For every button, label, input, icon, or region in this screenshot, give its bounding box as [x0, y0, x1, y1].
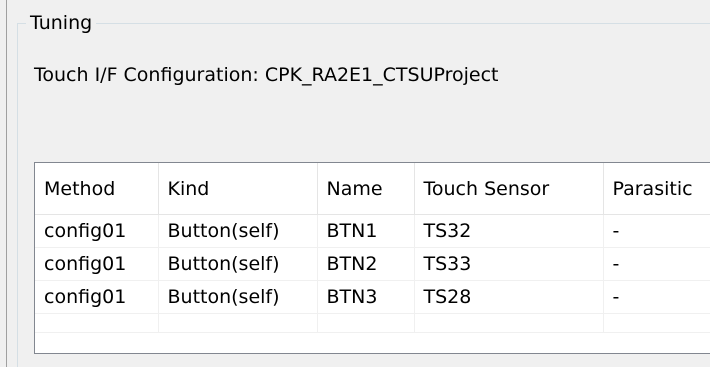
cell-name: BTN1	[317, 214, 415, 248]
cell-kind: Button(self)	[158, 247, 318, 281]
column-header-parasitic[interactable]: Parasitic	[603, 163, 710, 215]
column-header-name[interactable]: Name	[317, 163, 415, 215]
cell-kind: Button(self)	[158, 280, 318, 314]
cell-method: config01	[35, 280, 159, 314]
table-row[interactable]: config01 Button(self) BTN2 TS33 -	[35, 247, 710, 281]
table-row[interactable]: config01 Button(self) BTN3 TS28 -	[35, 280, 710, 314]
window-left-edge	[6, 0, 7, 367]
cell-parasitic: -	[603, 280, 710, 314]
table-header-row: Method Kind Name Touch Sensor Parasitic	[35, 163, 710, 215]
cell-touch-sensor: TS28	[414, 280, 604, 314]
column-header-method[interactable]: Method	[35, 163, 159, 215]
sensor-table: Method Kind Name Touch Sensor Parasitic …	[34, 162, 710, 354]
cell-touch-sensor: TS33	[414, 247, 604, 281]
cell-kind: Button(self)	[158, 214, 318, 248]
column-header-kind[interactable]: Kind	[158, 163, 318, 215]
cell-name: BTN3	[317, 280, 415, 314]
cell-name: BTN2	[317, 247, 415, 281]
touch-interface-configuration-label: Touch I/F Configuration: CPK_RA2E1_CTSUP…	[34, 64, 499, 86]
cell-parasitic: -	[603, 247, 710, 281]
cell-parasitic: -	[603, 214, 710, 248]
group-title: Tuning	[26, 11, 97, 35]
column-header-touch-sensor[interactable]: Touch Sensor	[414, 163, 604, 215]
tuning-panel: Tuning Touch I/F Configuration: CPK_RA2E…	[0, 0, 710, 367]
cell-method: config01	[35, 214, 159, 248]
cell-touch-sensor: TS32	[414, 214, 604, 248]
empty-row	[35, 313, 710, 333]
table-row[interactable]: config01 Button(self) BTN1 TS32 -	[35, 214, 710, 248]
cell-method: config01	[35, 247, 159, 281]
